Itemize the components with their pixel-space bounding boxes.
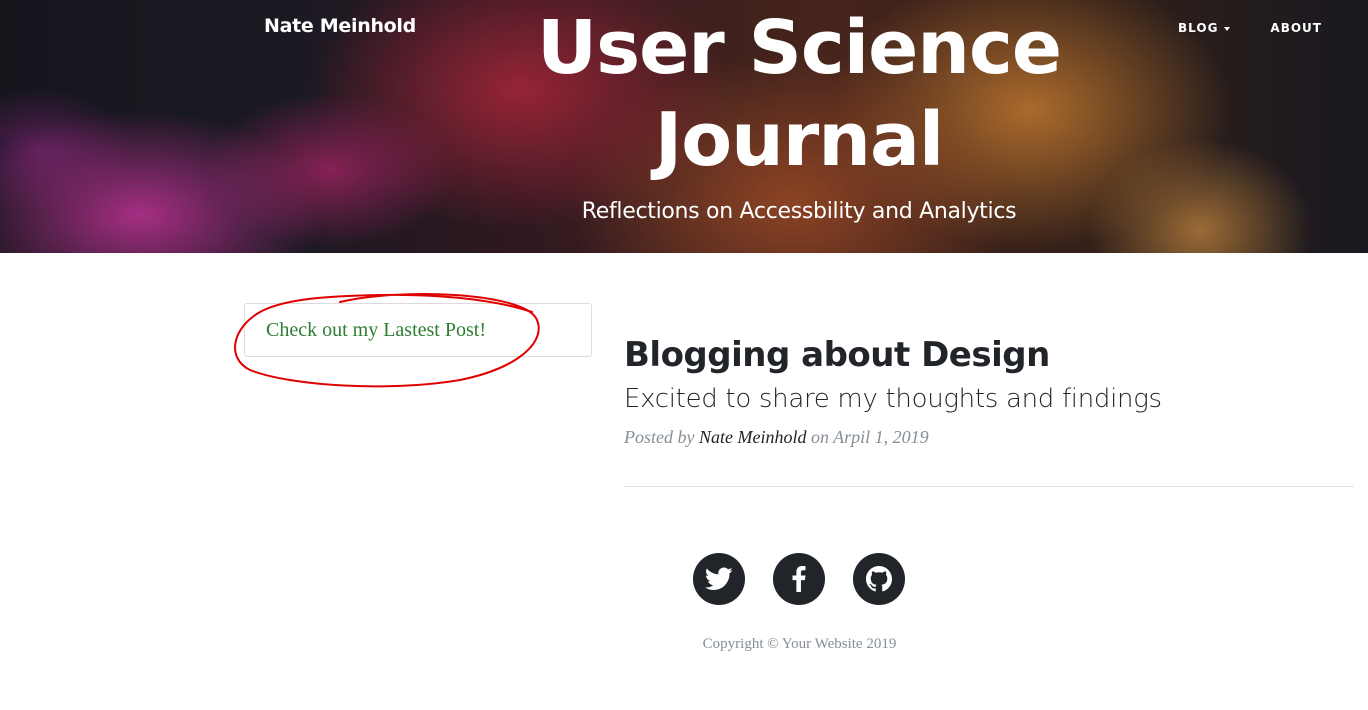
chevron-down-icon (1224, 27, 1231, 31)
twitter-icon (705, 567, 733, 590)
main-nav: Blog About (1178, 0, 1368, 51)
post-meta: Posted by Nate Meinhold on Arpil 1, 2019 (624, 427, 1354, 448)
masthead: Nate Meinhold Blog About User Science Jo… (0, 0, 1368, 253)
latest-post-link[interactable]: Check out my Lastest Post! (266, 319, 486, 342)
twitter-button[interactable] (693, 553, 745, 605)
post-date: Arpil 1, 2019 (833, 427, 929, 447)
social-links (693, 553, 905, 605)
post-title-link[interactable]: Blogging about Design (624, 333, 1354, 377)
post-divider (624, 486, 1354, 487)
post-preview: Blogging about Design Excited to share m… (624, 333, 1354, 448)
post-author-link[interactable]: Nate Meinhold (699, 427, 806, 447)
site-heading: User Science Journal Reflections on Acce… (534, 0, 1064, 224)
post-meta-prefix: Posted by (624, 427, 695, 447)
facebook-button[interactable] (773, 553, 825, 605)
github-icon (866, 566, 892, 592)
latest-post-callout: Check out my Lastest Post! (244, 303, 592, 357)
nav-about-label: About (1270, 21, 1322, 35)
brand-link[interactable]: Nate Meinhold (264, 15, 416, 37)
post-subtitle: Excited to share my thoughts and finding… (624, 384, 1162, 414)
post-meta-on: on (810, 427, 829, 447)
github-button[interactable] (853, 553, 905, 605)
copyright-text: Copyright © Your Website 2019 (702, 636, 897, 652)
nav-about[interactable]: About (1270, 0, 1322, 51)
facebook-icon (792, 566, 806, 592)
nav-blog-label: Blog (1178, 21, 1219, 35)
site-title: User Science Journal (536, 5, 1062, 183)
site-subtitle: Reflections on Accessbility and Analytic… (581, 199, 1017, 224)
nav-blog-dropdown[interactable]: Blog (1178, 0, 1231, 51)
